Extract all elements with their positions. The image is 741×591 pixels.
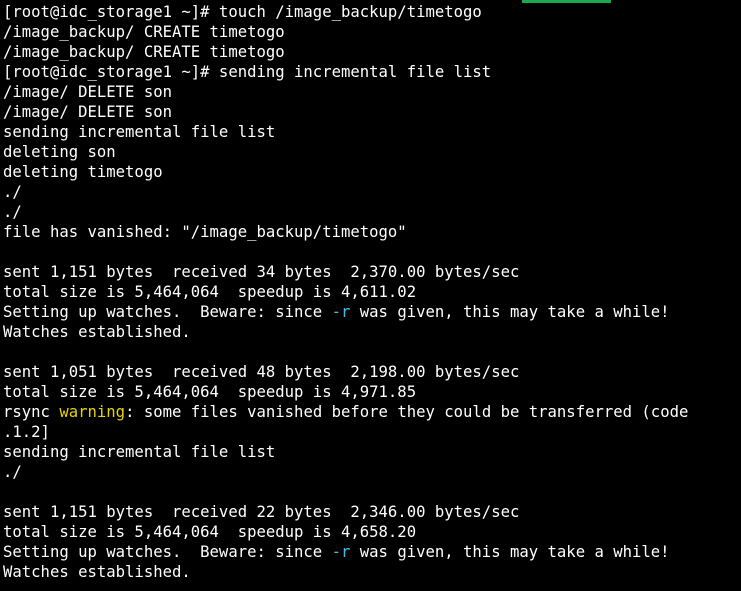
- line-text: Setting up watches. Beware: since: [3, 543, 332, 561]
- terminal-line: sent 1,151 bytes received 22 bytes 2,346…: [3, 503, 520, 521]
- terminal-line: [root@idc_storage1 ~]# touch /image_back…: [3, 3, 482, 21]
- line-text: rsync: [3, 403, 60, 421]
- terminal-output: [root@idc_storage1 ~]# touch /image_back…: [3, 2, 741, 582]
- terminal-line: /image/ DELETE son: [3, 103, 172, 121]
- terminal-line: rsync warning: some files vanished befor…: [3, 402, 741, 422]
- option-flag: -r: [331, 303, 351, 321]
- terminal-line: total size is 5,464,064 speedup is 4,611…: [3, 283, 417, 301]
- terminal-line: sending incremental file list: [3, 443, 276, 461]
- terminal-line: Setting up watches. Beware: since -r was…: [3, 542, 741, 562]
- terminal-line: deleting timetogo: [3, 163, 163, 181]
- terminal-line: sent 1,151 bytes received 34 bytes 2,370…: [3, 263, 520, 281]
- terminal-line: Watches established.: [3, 323, 191, 341]
- option-flag: -r: [331, 543, 351, 561]
- line-text: : some files vanished before they could …: [125, 403, 689, 421]
- terminal-line: /image/ DELETE son: [3, 83, 172, 101]
- terminal-line: /image_backup/ CREATE timetogo: [3, 43, 285, 61]
- terminal-line: ./: [3, 183, 22, 201]
- line-text: Setting up watches. Beware: since: [3, 303, 332, 321]
- terminal-line: deleting son: [3, 143, 116, 161]
- warning-keyword: warning: [59, 403, 126, 421]
- terminal-line: /image_backup/ CREATE timetogo: [3, 23, 285, 41]
- terminal-line: sending incremental file list: [3, 123, 276, 141]
- terminal-line: total size is 5,464,064 speedup is 4,971…: [3, 383, 417, 401]
- terminal-line: ./: [3, 203, 22, 221]
- line-text: was given, this may take a while!: [350, 303, 670, 321]
- terminal-line: file has vanished: "/image_backup/timeto…: [3, 223, 407, 241]
- terminal-line: Setting up watches. Beware: since -r was…: [3, 302, 741, 322]
- terminal-line: [root@idc_storage1 ~]# sending increment…: [3, 63, 492, 81]
- terminal-window[interactable]: [root@idc_storage1 ~]# touch /image_back…: [0, 0, 741, 591]
- terminal-line: total size is 5,464,064 speedup is 4,658…: [3, 523, 417, 541]
- terminal-line: .1.2]: [3, 423, 50, 441]
- terminal-line: Watches established.: [3, 563, 191, 581]
- line-text: was given, this may take a while!: [350, 543, 670, 561]
- terminal-line: sent 1,051 bytes received 48 bytes 2,198…: [3, 363, 520, 381]
- terminal-line: ./: [3, 463, 22, 481]
